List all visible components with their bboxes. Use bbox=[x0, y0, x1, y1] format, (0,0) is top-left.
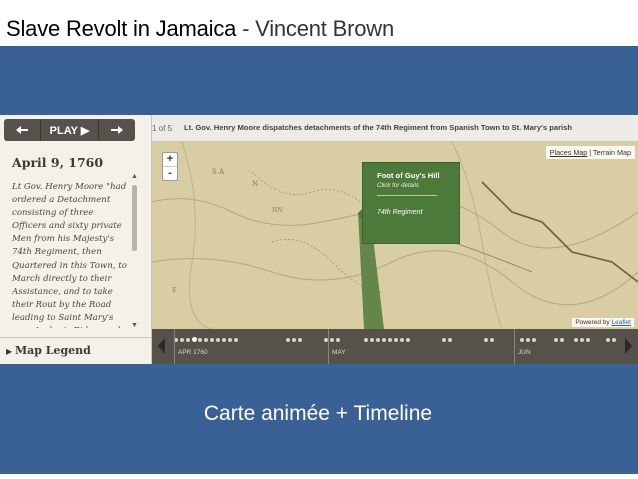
timeline-event-dot[interactable] bbox=[606, 338, 610, 342]
play-button[interactable]: PLAY ▶ bbox=[41, 119, 99, 141]
timeline-event-dot[interactable] bbox=[580, 338, 584, 342]
timeline-left-arrow-icon[interactable] bbox=[158, 338, 165, 354]
historical-map[interactable]: S A N HN E + - Places Map | Terrain Map … bbox=[152, 142, 638, 329]
map-legend-label: ▶ Map Legend bbox=[6, 344, 91, 357]
zoom-in-button[interactable]: + bbox=[163, 153, 177, 166]
map-legend-text: Map Legend bbox=[14, 344, 91, 357]
timeline-month-may: MAY bbox=[332, 349, 346, 356]
timeline-event-dot[interactable] bbox=[234, 338, 238, 342]
timeline-right-arrow-icon[interactable] bbox=[625, 338, 632, 354]
left-arrow-icon bbox=[15, 126, 28, 134]
map-attribution: Powered by Leaflet bbox=[572, 318, 634, 327]
popup-unit: 74th Regiment bbox=[377, 209, 423, 216]
svg-text:HN: HN bbox=[272, 207, 282, 214]
popup-title: Foot of Guy's Hill bbox=[377, 171, 440, 180]
terrain-map-link[interactable]: Terrain Map bbox=[593, 148, 631, 157]
timeline-event-dot[interactable] bbox=[370, 338, 374, 342]
slide-subtitle-text: Carte animée + Timeline bbox=[203, 402, 433, 425]
zoom-out-button[interactable]: - bbox=[163, 166, 177, 180]
timeline-event-dot[interactable] bbox=[612, 338, 616, 342]
story-counter: 1 of 5 bbox=[152, 124, 173, 133]
map-application: PLAY ▶ April 9, 1760 Lt Gov. Henry Moore… bbox=[0, 115, 638, 364]
popup-divider bbox=[377, 195, 437, 196]
timeline-event-dot[interactable] bbox=[292, 338, 296, 342]
slide-subtitle: Carte animée + Timeline bbox=[0, 402, 638, 426]
event-narrative: Lt Gov. Henry Moore "had ordered a Detac… bbox=[12, 182, 127, 328]
svg-text:E: E bbox=[172, 287, 176, 294]
scroll-thumb[interactable] bbox=[132, 185, 137, 251]
timeline-month-tick bbox=[174, 329, 175, 364]
timeline-event-dot[interactable] bbox=[210, 338, 214, 342]
timeline-events bbox=[174, 337, 616, 346]
event-date: April 9, 1760 bbox=[12, 155, 104, 170]
timeline-event-dot[interactable] bbox=[574, 338, 578, 342]
svg-text:S A: S A bbox=[212, 168, 225, 176]
timeline-event-dot[interactable] bbox=[180, 338, 184, 342]
timeline-event-dot[interactable] bbox=[286, 338, 290, 342]
attribution-text: Powered by bbox=[575, 319, 610, 326]
timeline-event-dot[interactable] bbox=[364, 338, 368, 342]
narrative-scrollbar[interactable]: ▲ ▼ bbox=[131, 173, 138, 329]
timeline-event-dot[interactable] bbox=[406, 338, 410, 342]
timeline-event-dot[interactable] bbox=[330, 338, 334, 342]
timeline-event-dot[interactable] bbox=[228, 338, 232, 342]
scroll-down-icon[interactable]: ▼ bbox=[131, 322, 138, 329]
layer-switcher: Places Map | Terrain Map bbox=[545, 146, 635, 159]
triangle-right-icon: ▶ bbox=[6, 346, 15, 356]
next-button[interactable] bbox=[98, 119, 135, 141]
timeline[interactable]: APR 1760 MAY JUN bbox=[152, 329, 638, 364]
timeline-month-tick bbox=[328, 329, 329, 364]
timeline-event-dot[interactable] bbox=[376, 338, 380, 342]
timeline-event-dot[interactable] bbox=[560, 338, 564, 342]
timeline-event-dot[interactable] bbox=[400, 338, 404, 342]
right-arrow-icon bbox=[111, 126, 124, 134]
timeline-event-dot[interactable] bbox=[484, 338, 488, 342]
story-header: 1 of 5 Lt. Gov. Henry Moore dispatches d… bbox=[152, 115, 638, 142]
timeline-event-dot[interactable] bbox=[520, 338, 524, 342]
timeline-event-dot[interactable] bbox=[448, 338, 452, 342]
timeline-event-dot[interactable] bbox=[532, 338, 536, 342]
timeline-event-dot[interactable] bbox=[554, 338, 558, 342]
leaflet-link[interactable]: Leaflet bbox=[611, 319, 631, 326]
popup-details-link[interactable]: Click for details bbox=[377, 182, 419, 189]
timeline-month-apr: APR 1760 bbox=[178, 349, 208, 356]
story-panel: PLAY ▶ April 9, 1760 Lt Gov. Henry Moore… bbox=[0, 115, 152, 364]
timeline-month-jun: JUN bbox=[518, 349, 531, 356]
map-legend-toggle[interactable]: ▶ Map Legend bbox=[0, 337, 151, 365]
places-map-link[interactable]: Places Map bbox=[550, 148, 588, 157]
timeline-event-dot[interactable] bbox=[298, 338, 302, 342]
timeline-event-dot[interactable] bbox=[526, 338, 530, 342]
timeline-month-tick bbox=[514, 329, 515, 364]
timeline-event-dot[interactable] bbox=[382, 338, 386, 342]
timeline-event-dot[interactable] bbox=[490, 338, 494, 342]
player-controls: PLAY ▶ bbox=[4, 119, 135, 141]
slide-title-main: Slave Revolt in Jamaica bbox=[6, 16, 237, 41]
zoom-control: + - bbox=[162, 152, 178, 181]
timeline-event-dot[interactable] bbox=[192, 337, 197, 342]
svg-text:N: N bbox=[252, 180, 258, 188]
timeline-event-dot[interactable] bbox=[216, 338, 220, 342]
timeline-event-dot[interactable] bbox=[204, 338, 208, 342]
location-popup[interactable]: Foot of Guy's Hill Click for details 74t… bbox=[362, 162, 460, 244]
slide-author: - Vincent Brown bbox=[236, 16, 394, 41]
scroll-up-icon[interactable]: ▲ bbox=[131, 173, 138, 180]
timeline-event-dot[interactable] bbox=[394, 338, 398, 342]
timeline-event-dot[interactable] bbox=[388, 338, 392, 342]
timeline-event-dot[interactable] bbox=[586, 338, 590, 342]
previous-button[interactable] bbox=[4, 119, 41, 141]
story-caption: Lt. Gov. Henry Moore dispatches detachme… bbox=[184, 123, 573, 132]
timeline-event-dot[interactable] bbox=[222, 338, 226, 342]
timeline-event-dot[interactable] bbox=[198, 338, 202, 342]
slide-title: Slave Revolt in Jamaica - Vincent Brown bbox=[6, 16, 394, 42]
timeline-event-dot[interactable] bbox=[442, 338, 446, 342]
timeline-event-dot[interactable] bbox=[336, 338, 340, 342]
timeline-event-dot[interactable] bbox=[186, 338, 190, 342]
